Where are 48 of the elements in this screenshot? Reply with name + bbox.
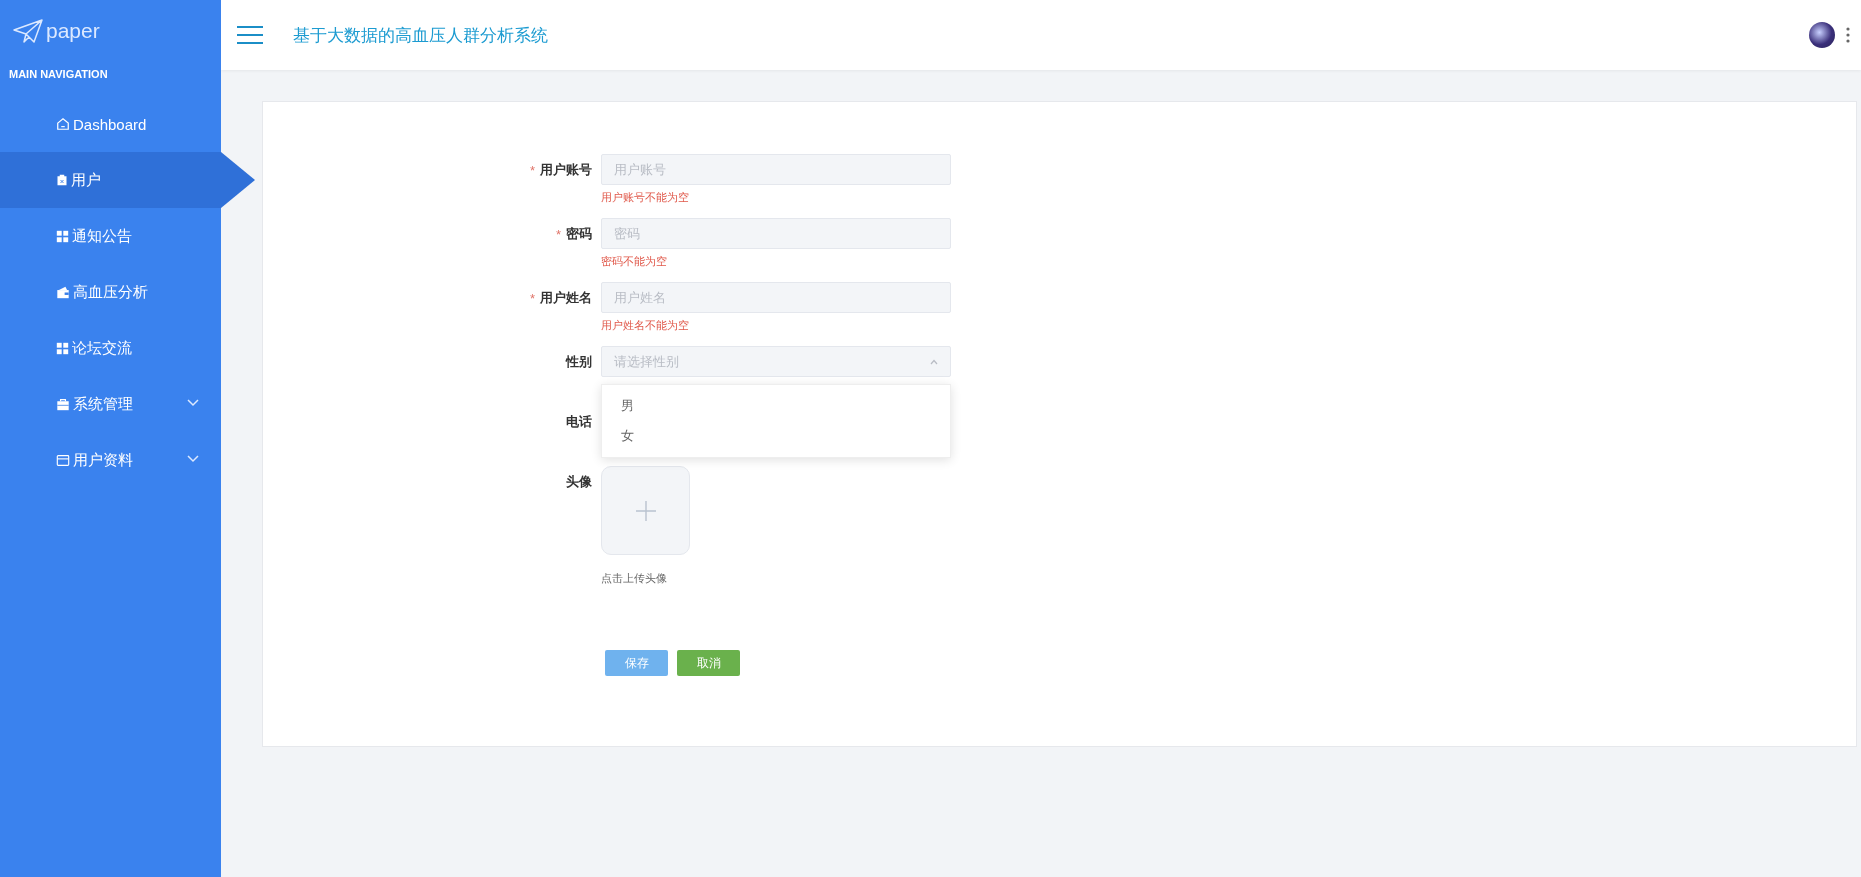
- nav-label: 高血压分析: [73, 282, 148, 302]
- field-label: 用户姓名: [540, 289, 592, 307]
- briefcase-icon: [56, 397, 70, 411]
- logo-text: paper: [46, 19, 100, 43]
- nav-item[interactable]: 系统管理: [0, 376, 221, 432]
- required-mark: *: [555, 226, 561, 242]
- chevron-icon: [930, 358, 938, 365]
- nav-label: 论坛交流: [72, 338, 132, 358]
- input-field[interactable]: 密码: [601, 218, 951, 249]
- plus-icon: [635, 500, 656, 521]
- save-button[interactable]: 保存: [605, 650, 668, 676]
- error-message: 用户姓名不能为空: [601, 318, 689, 333]
- nav-label: 通知公告: [72, 226, 132, 246]
- dropdown-option[interactable]: 女: [602, 421, 950, 451]
- app-title: 基于大数据的高血压人群分析系统: [293, 24, 549, 47]
- paper-plane-icon: [12, 18, 44, 44]
- nav-label: 用户资料: [73, 450, 133, 470]
- nav-item[interactable]: 用户资料: [0, 432, 221, 488]
- menu-icon[interactable]: [237, 26, 263, 44]
- clipboard-icon: [56, 173, 68, 187]
- field-label: 电话: [566, 413, 592, 431]
- input-field[interactable]: 用户账号: [601, 154, 951, 185]
- more-icon[interactable]: [1845, 27, 1851, 43]
- wallet-icon: [56, 285, 70, 299]
- required-mark: *: [529, 162, 535, 178]
- grid-icon: [56, 341, 69, 355]
- nav-item[interactable]: 通知公告: [0, 208, 221, 264]
- nav-heading: MAIN NAVIGATION: [8, 67, 109, 82]
- nav-label: 系统管理: [73, 394, 133, 414]
- field-label: 密码: [566, 225, 592, 243]
- nav-item[interactable]: 论坛交流: [0, 320, 221, 376]
- card-icon: [56, 453, 70, 467]
- error-message: 密码不能为空: [601, 254, 667, 269]
- error-message: 用户账号不能为空: [601, 190, 689, 205]
- nav-label: Dashboard: [73, 115, 147, 133]
- field-label: 性别: [566, 353, 592, 371]
- nav-item[interactable]: Dashboard: [0, 96, 221, 152]
- cancel-button[interactable]: 取消: [677, 650, 740, 676]
- nav-label: 用户: [71, 170, 101, 190]
- nav-item[interactable]: 高血压分析: [0, 264, 221, 320]
- upload-hint: 点击上传头像: [601, 571, 667, 586]
- field-label: 用户账号: [540, 161, 592, 179]
- avatar[interactable]: [1809, 22, 1835, 48]
- field-label: 头像: [566, 473, 592, 491]
- grid-icon: [56, 229, 69, 243]
- dropdown-option[interactable]: 男: [602, 391, 950, 421]
- home-icon: [56, 117, 70, 131]
- required-mark: *: [529, 290, 535, 306]
